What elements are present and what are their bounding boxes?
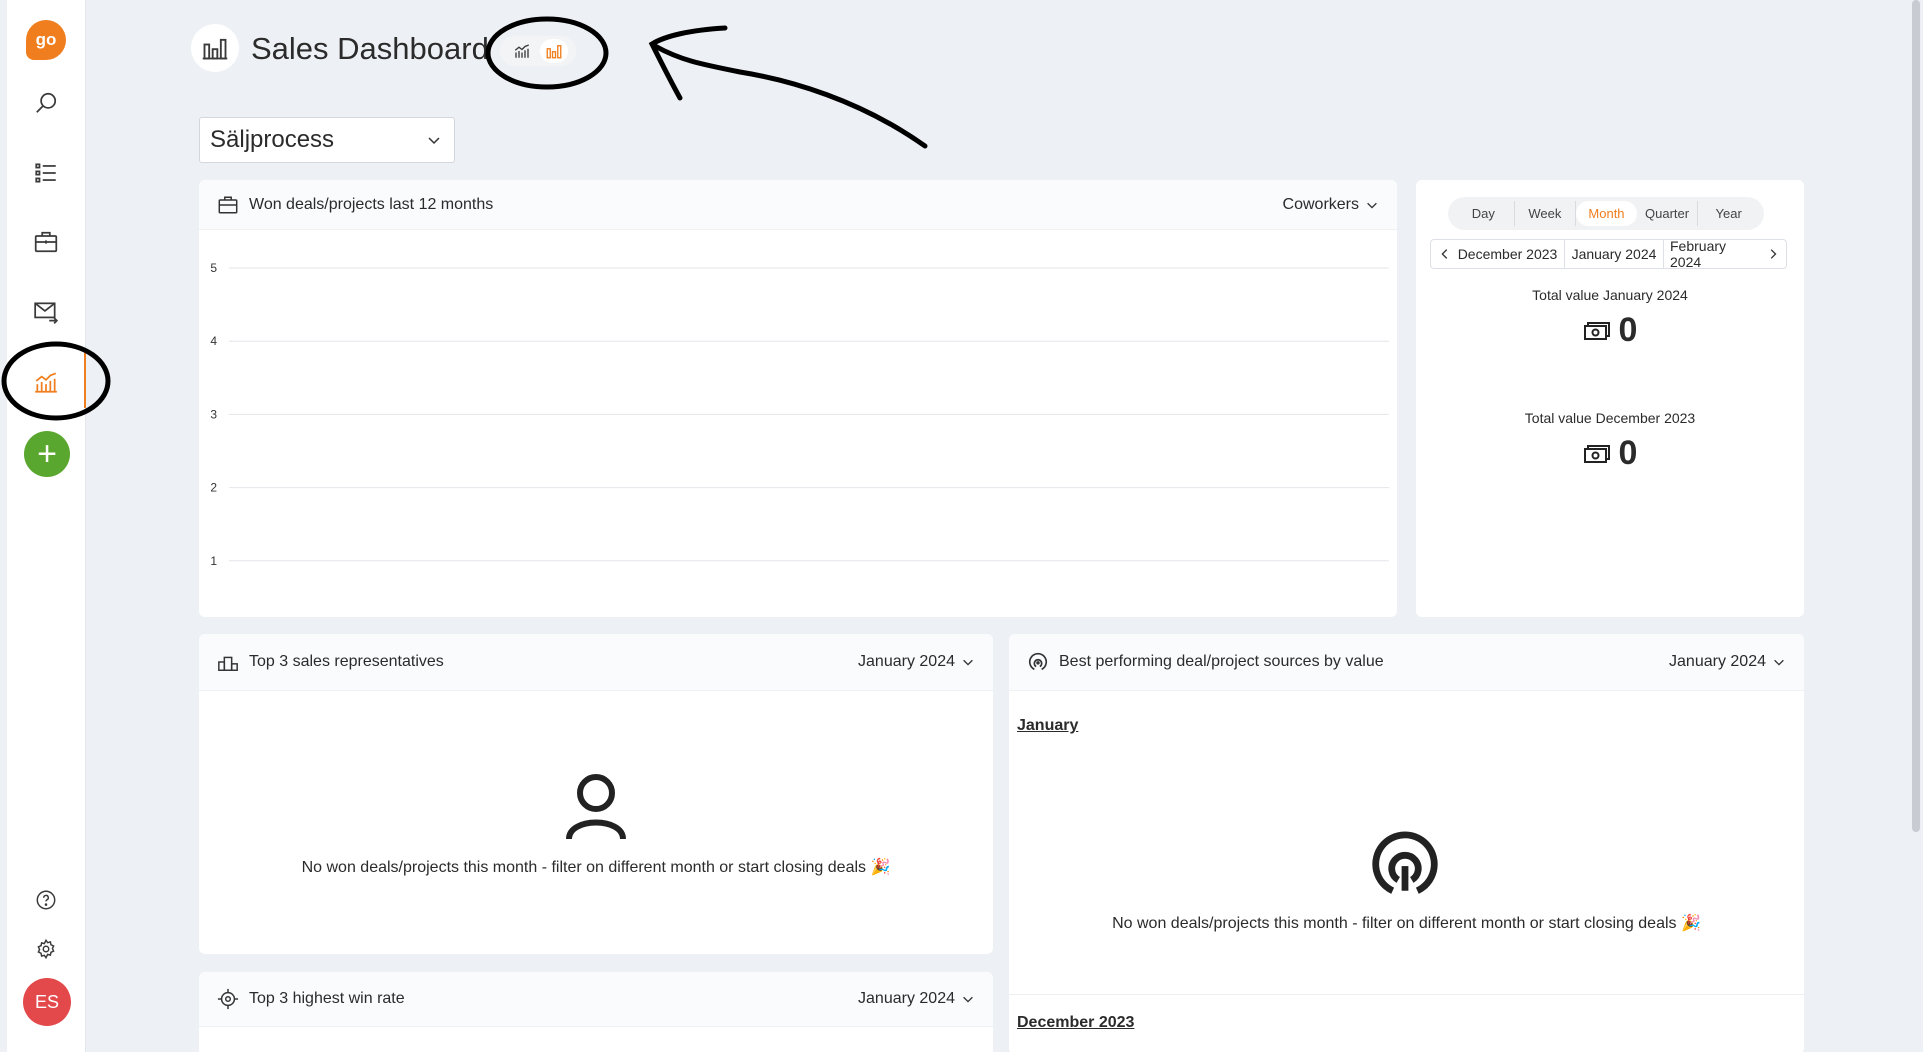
won-deals-card: Won deals/projects last 12 months Cowork… [199,180,1397,617]
avatar[interactable]: ES [23,978,71,1026]
money-icon [1583,444,1610,463]
chart-view-toggle [500,36,576,66]
chevron-left-icon [1441,249,1447,259]
sources-section-january[interactable]: January [1017,717,1078,735]
bar-chart-view-icon [546,45,562,59]
y-tick-label: 3 [210,407,217,421]
current-month: January 2024 [1565,240,1663,268]
sidebar-item-mail[interactable] [26,292,66,332]
win-rate-month-filter[interactable]: January 2024 [858,990,975,1008]
won-deals-chart: 012345Jan 2023Feb 2023Mar 2023Apr 2023Ma… [210,261,1389,568]
tab-week[interactable]: Week [1515,201,1577,226]
kpi-value-previous: 0 [1416,434,1804,473]
coworkers-filter[interactable]: Coworkers [1283,196,1379,214]
coworkers-filter-label: Coworkers [1282,195,1359,213]
logo-text: go [35,30,57,49]
sidebar-item-deals[interactable] [26,222,66,262]
dashboard-header-icon [191,24,239,72]
kpi-value-current: 0 [1416,311,1804,350]
tab-quarter[interactable]: Quarter [1637,201,1699,226]
chevron-right-icon [1770,249,1777,259]
mail-forward-icon [34,302,59,324]
current-month-label: January 2024 [1571,246,1657,262]
top-reps-card-title: Top 3 sales representatives [249,653,444,670]
tab-day[interactable]: Day [1453,201,1515,226]
chart-icon [35,372,57,393]
top-reps-month-filter[interactable]: January 2024 [858,653,975,671]
sidebar: go + ES [7,0,86,1052]
gear-icon [37,938,55,960]
annotation-arrow [648,25,928,149]
list-icon [35,163,56,183]
source-icon [1027,651,1049,673]
next-month-button[interactable]: February 2024 [1663,240,1786,268]
sources-card-header: Best performing deal/project sources by … [1009,634,1804,691]
briefcase-icon [217,194,239,216]
pipeline-select[interactable]: Säljprocess [199,117,455,163]
avatar-initials: ES [34,991,59,1012]
active-nav-indicator [84,350,86,408]
win-rate-month-label: January 2024 [858,990,955,1007]
help-button[interactable] [26,880,66,920]
chevron-down-icon [963,659,973,666]
page-title: Sales Dashboard [251,31,489,66]
period-tabs: Day Week Month Quarter Year [1448,197,1764,230]
line-chart-icon [514,44,530,58]
settings-button[interactable] [26,929,66,969]
win-rate-card-title: Top 3 highest win rate [249,990,405,1007]
y-tick-label: 2 [210,481,217,495]
money-icon [1583,321,1610,340]
line-chart-view-button[interactable] [508,39,536,63]
prev-month-button[interactable]: December 2023 [1431,240,1565,268]
sidebar-item-list[interactable] [26,153,66,193]
briefcase-icon [34,231,58,253]
sources-month-filter[interactable]: January 2024 [1669,653,1786,671]
sources-section-december[interactable]: December 2023 [1017,1014,1134,1032]
sources-month-label: January 2024 [1669,653,1766,670]
win-rate-card: Top 3 highest win rate January 2024 [199,972,993,1052]
bar-chart-view-button[interactable] [540,39,568,63]
crosshair-icon [217,988,239,1010]
chevron-down-icon [1367,202,1377,209]
search-icon [36,92,57,113]
sources-empty-message: No won deals/projects this month - filte… [1112,915,1701,932]
kpi-label-current: Total value January 2024 [1532,287,1688,303]
sidebar-item-dashboard[interactable] [26,362,66,402]
kpi-value-current-text: 0 [1618,311,1638,349]
add-button[interactable]: + [24,431,70,477]
app-logo[interactable]: go [26,20,66,60]
kpi-label-previous: Total value December 2023 [1524,410,1696,426]
top-reps-empty-message: No won deals/projects this month - filte… [301,859,891,876]
won-deals-card-title: Won deals/projects last 12 months [249,195,494,213]
prev-month-label: December 2023 [1457,246,1558,262]
sidebar-item-search[interactable] [26,83,66,123]
add-label: + [37,435,57,473]
bar-chart-icon [202,38,228,60]
y-tick-label: 4 [210,334,217,348]
kpi-value-previous-text: 0 [1618,434,1638,472]
podium-icon [217,651,239,673]
help-icon [36,890,56,910]
pipeline-select-value: Säljprocess [210,126,335,153]
won-deals-card-header: Won deals/projects last 12 months Cowork… [199,180,1397,230]
top-reps-card-header: Top 3 sales representatives January 2024 [199,634,993,691]
chevron-down-icon [428,137,440,145]
page-scrollbar[interactable] [1912,0,1920,832]
source-large-icon [1372,831,1438,894]
sources-divider [1009,994,1804,995]
month-navigator: December 2023 January 2024 February 2024 [1430,239,1787,269]
chevron-down-icon [963,996,973,1003]
next-month-label: February 2024 [1670,239,1727,269]
tab-month[interactable]: Month [1576,201,1637,226]
y-tick-label: 5 [210,261,217,275]
y-tick-label: 1 [210,554,217,568]
chevron-down-icon [1774,659,1784,666]
tab-year[interactable]: Year [1698,201,1759,226]
user-icon [566,774,626,840]
win-rate-card-header: Top 3 highest win rate January 2024 [199,972,993,1027]
top-reps-month-label: January 2024 [858,653,955,670]
sources-card-title: Best performing deal/project sources by … [1059,653,1384,670]
